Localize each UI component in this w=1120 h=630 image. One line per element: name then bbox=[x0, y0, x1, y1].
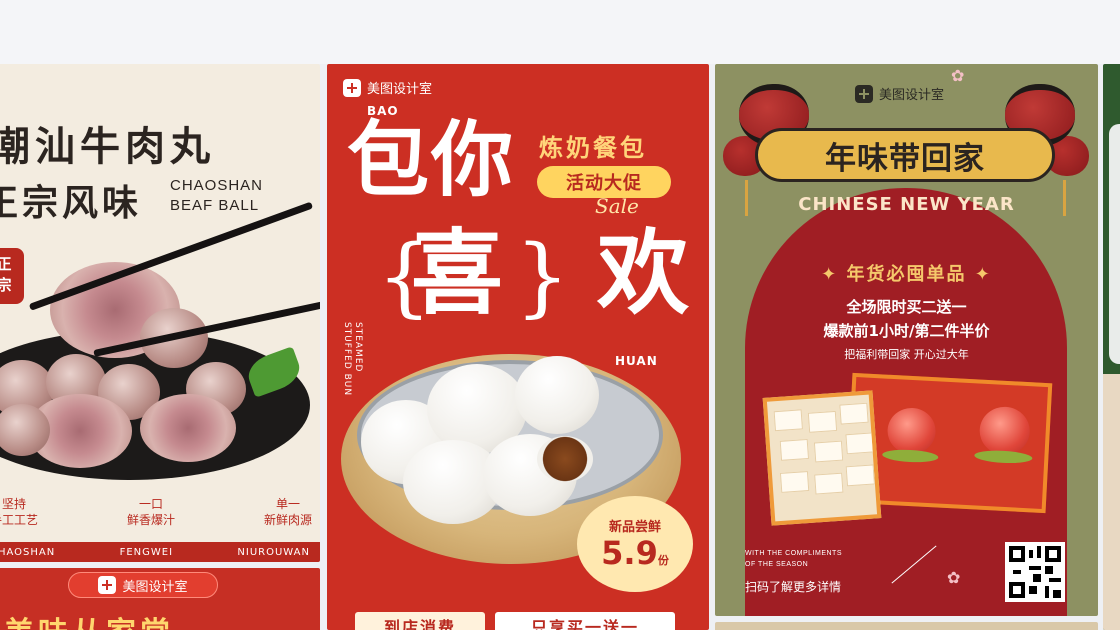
bun-filling-image bbox=[537, 436, 593, 482]
price-badge: 新品尝鲜 5.9份 bbox=[577, 496, 693, 592]
template-card-home-taste[interactable]: 美图设计室 美味从家常 bbox=[0, 568, 320, 630]
seal-stamp: 正 宗 bbox=[0, 248, 24, 304]
card-english-title: CHAOSHAN BEAF BALL bbox=[170, 177, 264, 214]
brand-logo-icon bbox=[343, 78, 361, 97]
template-gallery: 潮汕牛肉丸 正宗风味 CHAOSHAN BEAF BALL 正 宗 坚持手工工艺… bbox=[0, 64, 1120, 630]
brand-logo-icon bbox=[855, 84, 873, 103]
card-footer-strip: CHAOSHAN FENGWEI NIUROUWAN bbox=[0, 542, 320, 562]
promo-note: 把福利带回家 开心过大年 bbox=[844, 348, 969, 361]
product-photo bbox=[762, 390, 882, 526]
peach-bun-image bbox=[886, 406, 937, 456]
feature-tag: 一口 鲜香爆汁 bbox=[126, 497, 175, 527]
bun-image bbox=[515, 356, 599, 434]
feature-tag: 单一 新鲜肉源 bbox=[263, 497, 312, 527]
template-card-partial[interactable] bbox=[715, 622, 1098, 630]
brand-logo-icon bbox=[98, 576, 117, 594]
section-title: ✦ 年货必囤单品 ✦ bbox=[821, 264, 992, 285]
peach-bun-image bbox=[978, 405, 1031, 457]
flower-icon: ✿ bbox=[947, 568, 961, 587]
headline-mid: 喜 bbox=[411, 219, 504, 327]
promo-lines: 全场限时买二送一 爆款前1小时/第二件半价 bbox=[823, 298, 990, 340]
scan-text: 扫码了解更多详情 bbox=[745, 580, 842, 594]
card-title: 美味从家常 bbox=[4, 608, 174, 630]
peach-base bbox=[881, 448, 939, 464]
headline-banner: 年味带回家 bbox=[755, 128, 1055, 182]
brand-pill: 美图设计室 bbox=[68, 572, 218, 598]
beef-ball-image bbox=[140, 394, 236, 462]
feature-tags: 坚持手工工艺 一口鲜香爆汁 单一新鲜肉源 bbox=[0, 496, 320, 528]
card-graphic bbox=[1103, 374, 1120, 630]
headline-top: 包你 bbox=[347, 112, 516, 208]
subtitle: 炼奶餐包 bbox=[539, 134, 647, 162]
flower-icon: ✿ bbox=[951, 66, 965, 85]
headline-right: 欢 bbox=[597, 219, 690, 327]
card-graphic bbox=[1109, 124, 1120, 364]
template-card-bao[interactable]: 美图设计室 BAO 包你 炼奶餐包 活动大促 Sale { 喜 } 欢 STEA… bbox=[327, 64, 709, 630]
brand-label: 美图设计室 bbox=[343, 78, 432, 97]
card-title: 潮汕牛肉丸 bbox=[0, 123, 215, 170]
top-bar bbox=[0, 0, 1120, 64]
arc-title: CHINESE NEW YEAR bbox=[798, 194, 1015, 215]
compliments-text: WITH THE COMPLIMENTS OF THE SEASON bbox=[745, 550, 842, 568]
brand-label: 美图设计室 bbox=[855, 84, 944, 103]
template-card-new-year[interactable]: ✿ 美图设计室 年味带回家 CHINESE NEW YEAR ✦ 年货必囤单品 … bbox=[715, 64, 1098, 616]
card-subtitle: 正宗风味 bbox=[0, 182, 143, 224]
brace-right: } bbox=[515, 227, 570, 327]
peach-base bbox=[974, 449, 1033, 465]
template-card-partial[interactable] bbox=[1103, 64, 1120, 630]
sale-script: Sale bbox=[595, 194, 639, 218]
bottom-offer: 到店消费 只享买一送一 bbox=[355, 612, 685, 630]
template-card-beef-ball[interactable]: 潮汕牛肉丸 正宗风味 CHAOSHAN BEAF BALL 正 宗 坚持手工工艺… bbox=[0, 64, 320, 562]
vertical-english: STEAMED STUFFED BUN bbox=[342, 322, 363, 397]
feature-tag: 坚持手工工艺 bbox=[0, 497, 39, 527]
qr-code-icon[interactable] bbox=[1005, 542, 1065, 602]
huan-label: HUAN bbox=[615, 354, 658, 368]
